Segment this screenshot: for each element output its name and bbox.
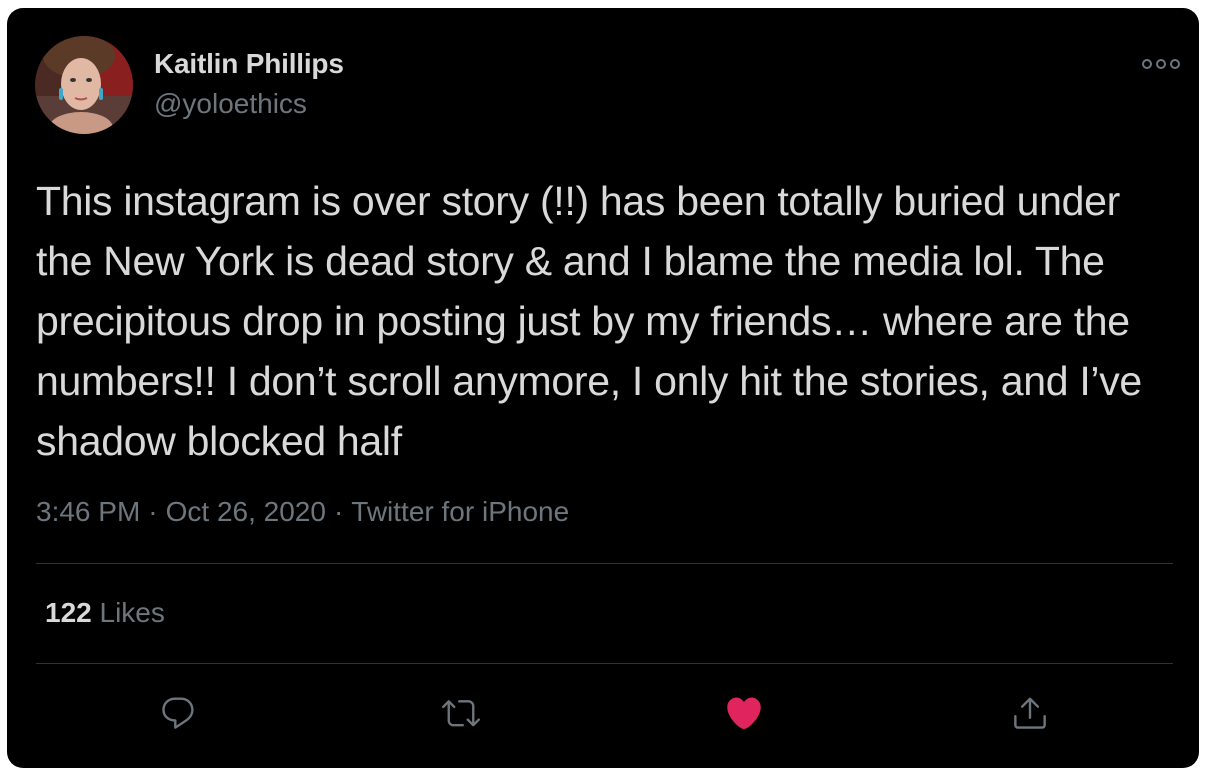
avatar-image — [35, 36, 133, 134]
meta-separator: · — [148, 496, 158, 527]
like-button[interactable] — [722, 691, 766, 735]
likes-number: 122 — [45, 597, 92, 628]
share-icon — [1014, 697, 1046, 729]
tweet-text: This instagram is over story (!!) has be… — [36, 178, 1142, 464]
likes-label: Likes — [99, 597, 165, 628]
likes-count[interactable]: 122 Likes — [45, 597, 165, 629]
author-name[interactable]: Kaitlin Phillips — [154, 48, 344, 80]
tweet-source[interactable]: Twitter for iPhone — [351, 496, 569, 527]
author-handle[interactable]: @yoloethics — [154, 88, 307, 120]
avatar[interactable] — [35, 36, 133, 134]
more-options-icon[interactable] — [1141, 54, 1181, 74]
tweet-time[interactable]: 3:46 PM — [36, 496, 140, 527]
meta-separator: · — [333, 496, 344, 527]
divider — [36, 563, 1173, 564]
share-button[interactable] — [1008, 691, 1052, 735]
reply-icon — [162, 697, 194, 729]
tweet-date[interactable]: Oct 26, 2020 — [166, 496, 326, 527]
retweet-icon — [442, 700, 480, 727]
tweet-card: Kaitlin Phillips @yoloethics This instag… — [7, 8, 1199, 768]
retweet-button[interactable] — [439, 691, 483, 735]
divider — [36, 663, 1173, 664]
tweet-metadata: 3:46 PM · Oct 26, 2020 · Twitter for iPhone — [36, 496, 569, 528]
reply-button[interactable] — [156, 691, 200, 735]
heart-icon — [727, 697, 761, 730]
